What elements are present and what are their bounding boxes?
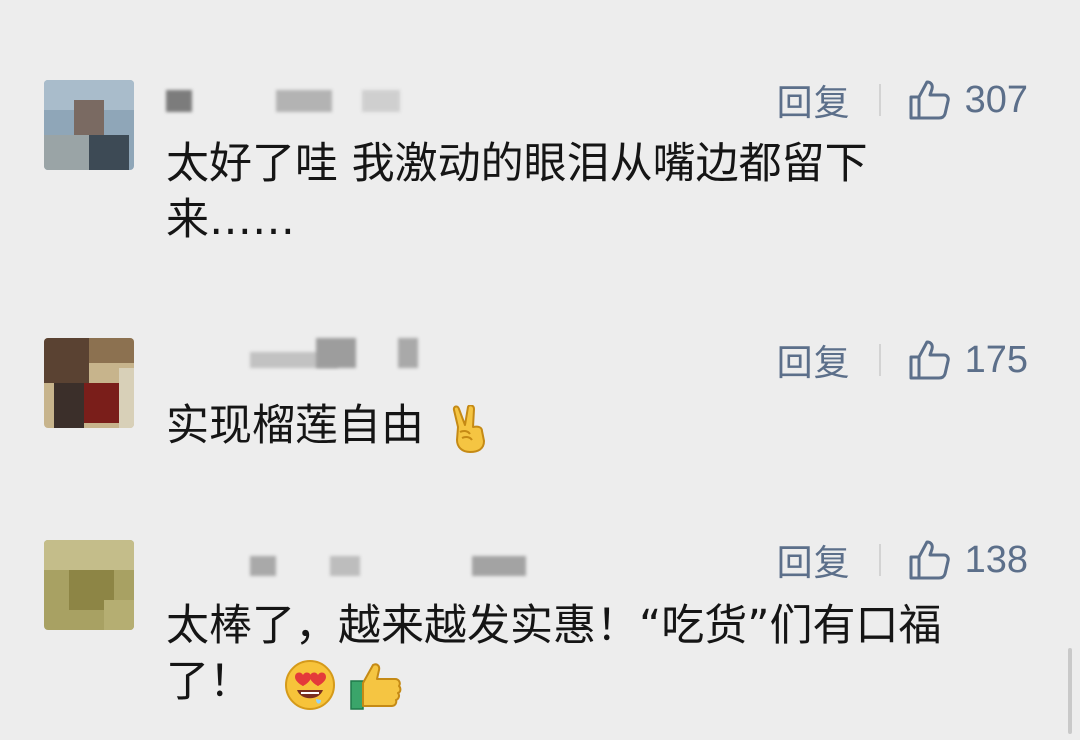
avatar[interactable]	[44, 80, 134, 170]
username-blurred[interactable]	[166, 338, 466, 368]
avatar[interactable]	[44, 338, 134, 428]
scrollbar[interactable]	[1068, 648, 1072, 734]
reply-button[interactable]: 回复	[777, 534, 851, 586]
reply-button[interactable]: 回复	[777, 74, 851, 126]
comment-text-line: 了！	[166, 654, 966, 711]
comment-actions: 回复 138	[777, 538, 1028, 585]
thumbs-up-emoji-icon	[350, 662, 402, 710]
comment-text-line: 太好了哇 我激动的眼泪从嘴边都留下	[166, 139, 868, 189]
comment-text: 实现榴莲自由	[166, 398, 966, 454]
thumbs-up-icon[interactable]	[907, 338, 951, 382]
comment-actions: 回复 307	[777, 78, 1028, 125]
reply-button[interactable]: 回复	[777, 334, 851, 386]
comment-text-line: 来……	[166, 195, 295, 245]
like-count: 307	[964, 78, 1028, 121]
comment-text-line: 太棒了，越来越发实惠！“吃货”们有口福	[166, 601, 942, 651]
username-blurred[interactable]	[166, 82, 466, 112]
victory-hand-emoji-icon	[452, 404, 485, 453]
heart-eyes-emoji-icon	[284, 659, 335, 710]
comment-text-line: 实现榴莲自由	[166, 401, 424, 451]
comment-actions: 回复 175	[777, 338, 1028, 385]
comment-text: 太好了哇 我激动的眼泪从嘴边都留下 来……	[166, 136, 966, 248]
divider	[878, 344, 881, 376]
comment-text: 太棒了，越来越发实惠！“吃货”们有口福 了！	[166, 598, 966, 711]
like-count: 138	[964, 538, 1028, 581]
username-blurred[interactable]	[166, 538, 526, 576]
thumbs-up-icon[interactable]	[907, 538, 951, 582]
avatar[interactable]	[44, 540, 134, 630]
divider	[878, 544, 881, 576]
like-count: 175	[964, 338, 1028, 381]
thumbs-up-icon[interactable]	[907, 78, 951, 122]
divider	[878, 84, 881, 116]
